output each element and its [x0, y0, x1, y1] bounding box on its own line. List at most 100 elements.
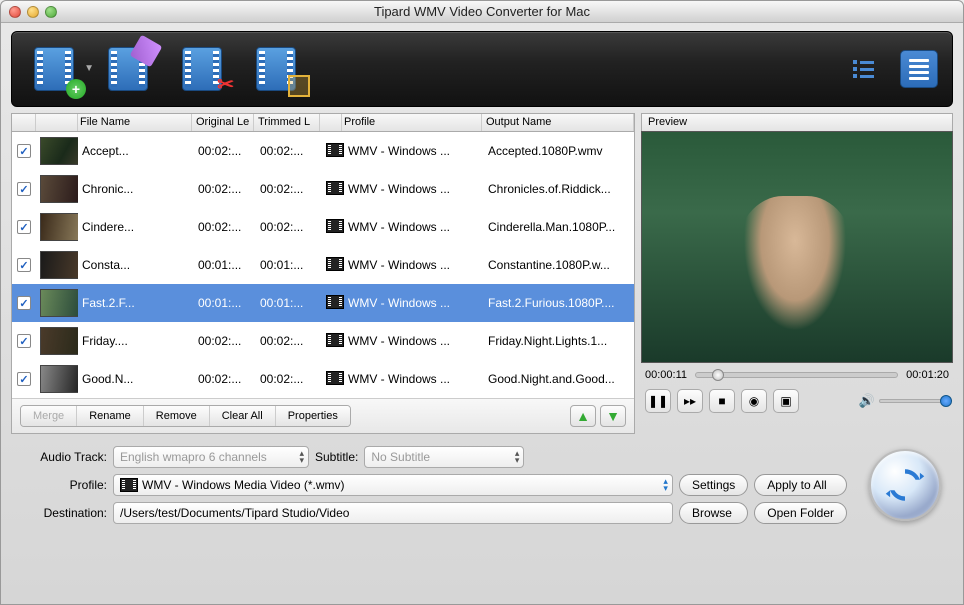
- apply-to-all-button[interactable]: Apply to All: [754, 474, 847, 496]
- audio-track-label: Audio Track:: [15, 450, 107, 464]
- remove-button[interactable]: Remove: [144, 406, 210, 426]
- row-checkbox[interactable]: ✓: [17, 258, 31, 272]
- cell-output: Cinderella.Man.1080P...: [484, 218, 634, 236]
- add-file-button[interactable]: + ▼: [26, 41, 82, 97]
- cell-output: Good.Night.and.Good...: [484, 370, 634, 388]
- cell-filename: Cindere...: [78, 218, 194, 236]
- properties-button[interactable]: Properties: [276, 406, 350, 426]
- cell-trimmed: 00:02:...: [256, 370, 322, 388]
- cell-original: 00:02:...: [194, 218, 256, 236]
- scissors-icon: ✂: [217, 72, 234, 97]
- minimize-button[interactable]: [27, 6, 39, 18]
- table-row[interactable]: ✓Chronic...00:02:...00:02:...WMV - Windo…: [12, 170, 634, 208]
- snapshot-button[interactable]: ◉: [741, 389, 767, 413]
- thumbnail: [40, 327, 78, 355]
- cell-profile: WMV - Windows ...: [344, 142, 484, 160]
- col-trimmed[interactable]: Trimmed L: [254, 114, 320, 131]
- film-icon: [326, 219, 344, 233]
- cell-trimmed: 00:02:...: [256, 142, 322, 160]
- convert-button[interactable]: [869, 449, 941, 521]
- edit-video-button[interactable]: [100, 41, 156, 97]
- close-button[interactable]: [9, 6, 21, 18]
- crop-icon: [288, 75, 310, 97]
- cell-profile: WMV - Windows ...: [344, 218, 484, 236]
- stop-button[interactable]: ■: [709, 389, 735, 413]
- cell-original: 00:02:...: [194, 180, 256, 198]
- traffic-lights: [9, 6, 57, 18]
- film-icon: [326, 257, 344, 271]
- clear-all-button[interactable]: Clear All: [210, 406, 276, 426]
- row-checkbox[interactable]: ✓: [17, 182, 31, 196]
- timeline: 00:00:11 00:01:20: [641, 363, 953, 387]
- open-folder-button[interactable]: Open Folder: [754, 502, 847, 524]
- thumbnail: [40, 251, 78, 279]
- file-list-panel: File Name Original Le Trimmed L Profile …: [11, 113, 635, 434]
- volume-slider[interactable]: [879, 399, 949, 403]
- col-profile[interactable]: Profile: [320, 114, 482, 131]
- destination-label: Destination:: [15, 506, 107, 520]
- preview-panel: Preview 00:00:11 00:01:20 ❚❚ ▸▸ ■ ◉ ▣ 🔊: [641, 113, 953, 434]
- row-checkbox[interactable]: ✓: [17, 372, 31, 386]
- settings-button[interactable]: Settings: [679, 474, 748, 496]
- row-checkbox[interactable]: ✓: [17, 296, 31, 310]
- film-icon: [182, 47, 222, 91]
- cell-original: 00:02:...: [194, 332, 256, 350]
- row-checkbox[interactable]: ✓: [17, 334, 31, 348]
- list-actions: Merge Rename Remove Clear All Properties…: [12, 398, 634, 433]
- rename-button[interactable]: Rename: [77, 406, 144, 426]
- preview-video[interactable]: [641, 131, 953, 363]
- browse-button[interactable]: Browse: [679, 502, 748, 524]
- cell-filename: Fast.2.F...: [78, 294, 194, 312]
- cell-trimmed: 00:02:...: [256, 218, 322, 236]
- app-window: Tipard WMV Video Converter for Mac + ▼ ✂: [0, 0, 964, 605]
- table-row[interactable]: ✓Cindere...00:02:...00:02:...WMV - Windo…: [12, 208, 634, 246]
- cell-filename: Accept...: [78, 142, 194, 160]
- plus-icon: +: [66, 79, 86, 99]
- crop-video-button[interactable]: [248, 41, 304, 97]
- merge-button[interactable]: Merge: [21, 406, 77, 426]
- trim-video-button[interactable]: ✂: [174, 41, 230, 97]
- table-row[interactable]: ✓Good.N...00:02:...00:02:...WMV - Window…: [12, 360, 634, 398]
- col-filename[interactable]: File Name: [32, 114, 192, 131]
- table-header: File Name Original Le Trimmed L Profile …: [12, 114, 634, 132]
- chevron-down-icon[interactable]: ▼: [84, 63, 94, 74]
- total-time: 00:01:20: [906, 369, 949, 381]
- subtitle-select[interactable]: No Subtitle▴▾: [364, 446, 524, 468]
- thumbnail: [40, 289, 78, 317]
- table-row[interactable]: ✓Friday....00:02:...00:02:...WMV - Windo…: [12, 322, 634, 360]
- row-checkbox[interactable]: ✓: [17, 220, 31, 234]
- cell-original: 00:01:...: [194, 256, 256, 274]
- bottom-form: Audio Track: English wmapro 6 channels▴▾…: [1, 434, 963, 534]
- col-output[interactable]: Output Name: [482, 114, 634, 131]
- list-view-button[interactable]: [844, 50, 882, 88]
- pause-button[interactable]: ❚❚: [645, 389, 671, 413]
- cell-filename: Chronic...: [78, 180, 194, 198]
- player-controls: ❚❚ ▸▸ ■ ◉ ▣ 🔊: [641, 387, 953, 417]
- profile-label: Profile:: [15, 478, 107, 492]
- row-checkbox[interactable]: ✓: [17, 144, 31, 158]
- thumbnail: [40, 365, 78, 393]
- film-icon: [326, 143, 344, 157]
- volume-knob[interactable]: [940, 395, 952, 407]
- table-row[interactable]: ✓Consta...00:01:...00:01:...WMV - Window…: [12, 246, 634, 284]
- detail-view-button[interactable]: [900, 50, 938, 88]
- zoom-button[interactable]: [45, 6, 57, 18]
- cell-output: Constantine.1080P.w...: [484, 256, 634, 274]
- thumbnail: [40, 137, 78, 165]
- seek-slider[interactable]: [695, 372, 898, 378]
- move-up-button[interactable]: ▲: [570, 405, 596, 427]
- audio-track-select[interactable]: English wmapro 6 channels▴▾: [113, 446, 309, 468]
- profile-select[interactable]: WMV - Windows Media Video (*.wmv)▴▾: [113, 474, 673, 496]
- col-original[interactable]: Original Le: [192, 114, 254, 131]
- thumbnail: [40, 213, 78, 241]
- move-down-button[interactable]: ▼: [600, 405, 626, 427]
- table-row[interactable]: ✓Fast.2.F...00:01:...00:01:...WMV - Wind…: [12, 284, 634, 322]
- step-button[interactable]: ▸▸: [677, 389, 703, 413]
- open-folder-button[interactable]: ▣: [773, 389, 799, 413]
- seek-knob[interactable]: [712, 369, 724, 381]
- cell-original: 00:01:...: [194, 294, 256, 312]
- titlebar: Tipard WMV Video Converter for Mac: [1, 1, 963, 23]
- table-row[interactable]: ✓Accept...00:02:...00:02:...WMV - Window…: [12, 132, 634, 170]
- destination-input[interactable]: /Users/test/Documents/Tipard Studio/Vide…: [113, 502, 673, 524]
- folder-icon: ▣: [780, 394, 791, 408]
